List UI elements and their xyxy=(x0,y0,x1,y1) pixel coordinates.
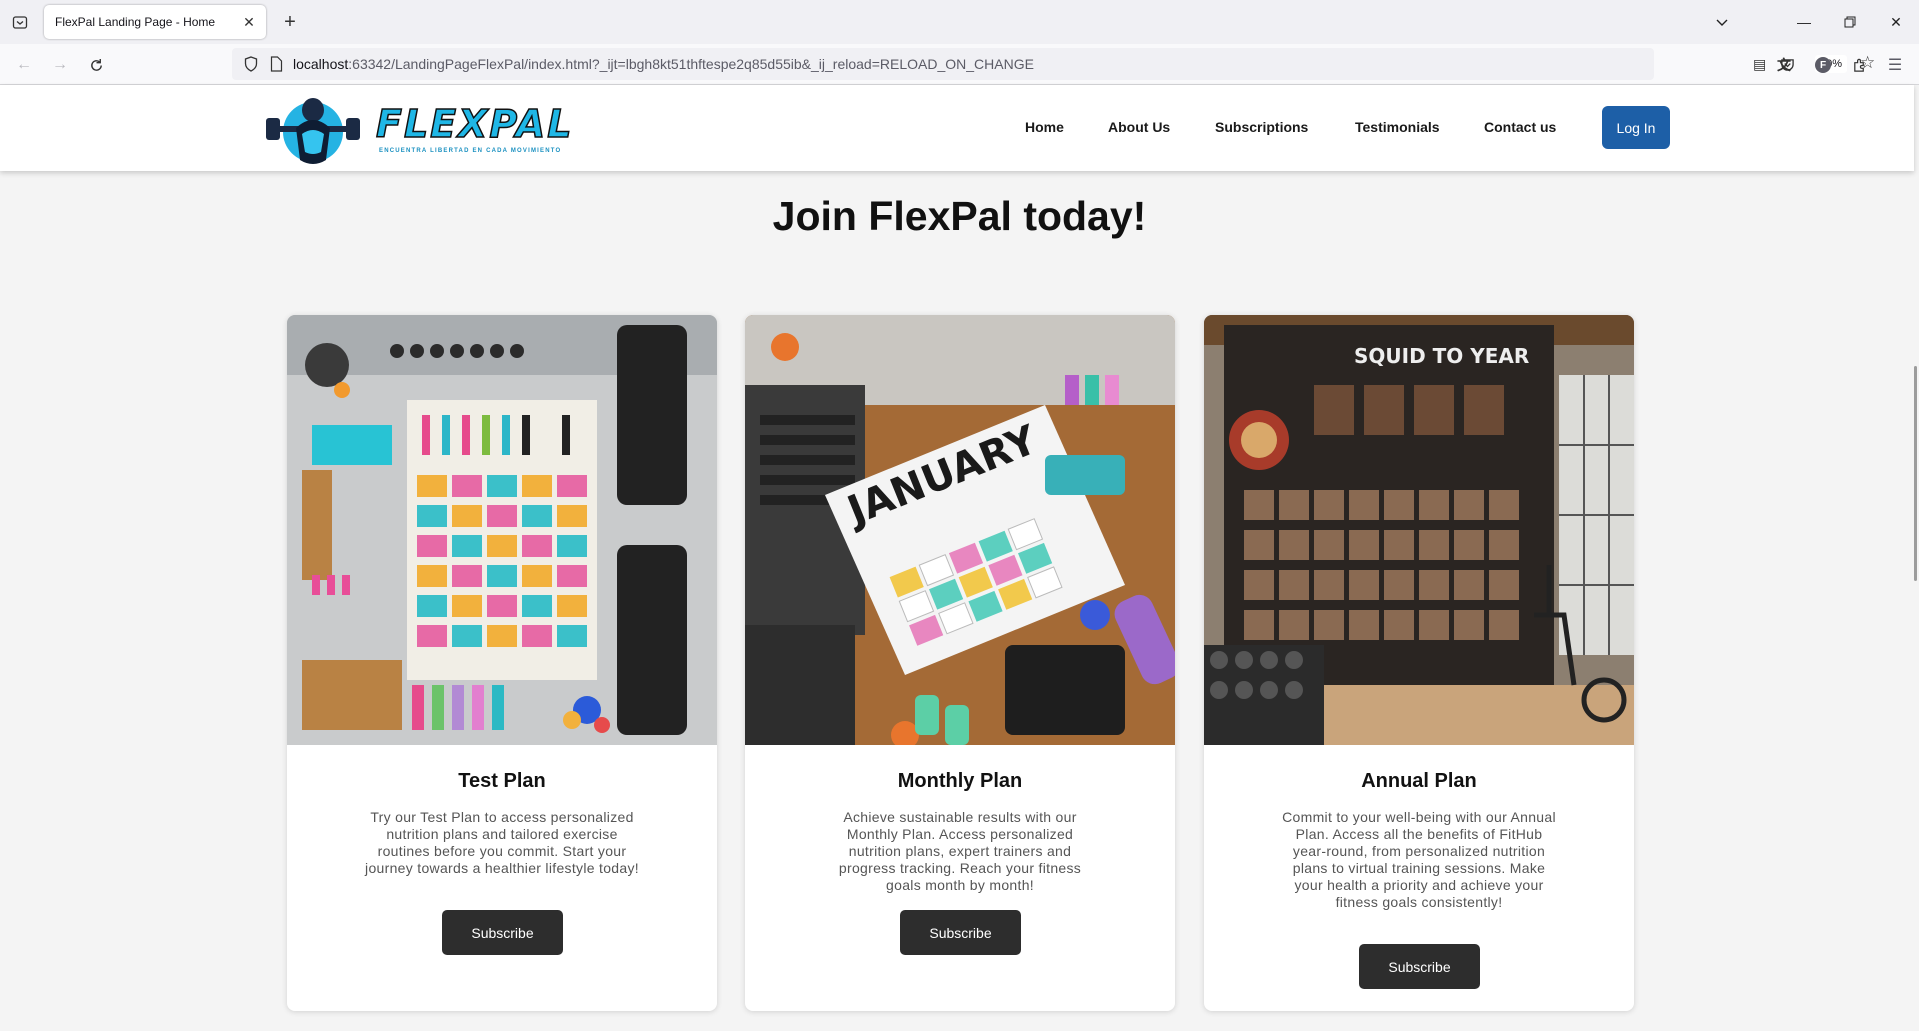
plan-image-test xyxy=(287,315,717,745)
close-tab-icon[interactable]: ✕ xyxy=(240,13,258,31)
poster-label: SQUID TO YEAR xyxy=(1354,344,1529,368)
plan-card-test: Test Plan Try our Test Plan to access pe… xyxy=(287,315,717,1011)
browser-tab[interactable]: FlexPal Landing Page - Home ✕ xyxy=(44,5,266,39)
minimize-icon[interactable]: — xyxy=(1792,10,1816,34)
site-header: FLEXPAL ENCUENTRA LIBERTAD EN CADA MOVIM… xyxy=(0,85,1914,171)
logo-mascot-icon xyxy=(266,98,360,164)
logo-wordmark: FLEXPAL xyxy=(375,101,574,147)
shield-icon[interactable] xyxy=(244,56,258,77)
pocket-icon[interactable] xyxy=(1775,53,1799,77)
page-info-icon[interactable] xyxy=(270,56,283,77)
tab-list-icon[interactable] xyxy=(8,10,32,34)
reader-view-icon[interactable]: ▤ xyxy=(1753,56,1766,73)
subscribe-button-annual[interactable]: Subscribe xyxy=(1359,944,1480,989)
list-all-tabs-icon[interactable] xyxy=(1710,10,1734,34)
subscribe-button-monthly[interactable]: Subscribe xyxy=(900,910,1021,955)
menu-icon[interactable]: ☰ xyxy=(1883,53,1907,77)
nav-home[interactable]: Home xyxy=(1025,119,1064,135)
url-bar[interactable]: localhost:63342/LandingPageFlexPal/index… xyxy=(232,48,1875,80)
url-text[interactable]: localhost:63342/LandingPageFlexPal/index… xyxy=(293,56,1034,72)
scrollbar-thumb[interactable] xyxy=(1914,366,1917,581)
account-avatar[interactable]: F xyxy=(1811,53,1835,77)
restore-icon[interactable] xyxy=(1838,10,1862,34)
plan-title: Test Plan xyxy=(458,770,546,792)
plan-title: Annual Plan xyxy=(1361,770,1477,792)
subscribe-button-test[interactable]: Subscribe xyxy=(442,910,563,955)
page-title: Join FlexPal today! xyxy=(772,193,1147,239)
logo[interactable]: FLEXPAL ENCUENTRA LIBERTAD EN CADA MOVIM… xyxy=(258,90,598,170)
new-tab-icon[interactable]: + xyxy=(278,10,302,34)
extensions-icon[interactable] xyxy=(1847,53,1871,77)
plan-card-annual: SQUID TO YEAR Annual Plan Commit to your… xyxy=(1204,315,1634,1011)
close-window-icon[interactable]: ✕ xyxy=(1884,10,1908,34)
plan-description: Achieve sustainable results with our Mon… xyxy=(838,809,1082,893)
back-icon[interactable]: ← xyxy=(12,53,36,77)
plan-card-monthly: JANUARY Monthly Plan Achieve sustainable… xyxy=(745,315,1175,1011)
plan-title: Monthly Plan xyxy=(897,770,1023,792)
logo-tagline: ENCUENTRA LIBERTAD EN CADA MOVIMIENTO xyxy=(379,148,562,154)
login-button[interactable]: Log In xyxy=(1602,106,1670,149)
plan-description: Commit to your well-being with our Annua… xyxy=(1282,809,1556,910)
browser-tab-bar: FlexPal Landing Page - Home ✕ + — ✕ xyxy=(0,0,1919,44)
forward-icon[interactable]: → xyxy=(48,53,72,77)
plan-image-annual: SQUID TO YEAR xyxy=(1204,315,1634,745)
nav-testimonials[interactable]: Testimonials xyxy=(1355,119,1440,135)
tab-title: FlexPal Landing Page - Home xyxy=(55,15,216,29)
nav-contact-us[interactable]: Contact us xyxy=(1484,119,1556,135)
nav-about-us[interactable]: About Us xyxy=(1108,119,1170,135)
nav-subscriptions[interactable]: Subscriptions xyxy=(1215,119,1308,135)
browser-nav-bar: ← → localhost:63342/LandingPageFlexPal/i… xyxy=(0,44,1919,85)
plan-description: Try our Test Plan to access personalized… xyxy=(365,809,639,876)
plan-image-monthly: JANUARY xyxy=(745,315,1175,745)
reload-icon[interactable] xyxy=(84,53,108,77)
